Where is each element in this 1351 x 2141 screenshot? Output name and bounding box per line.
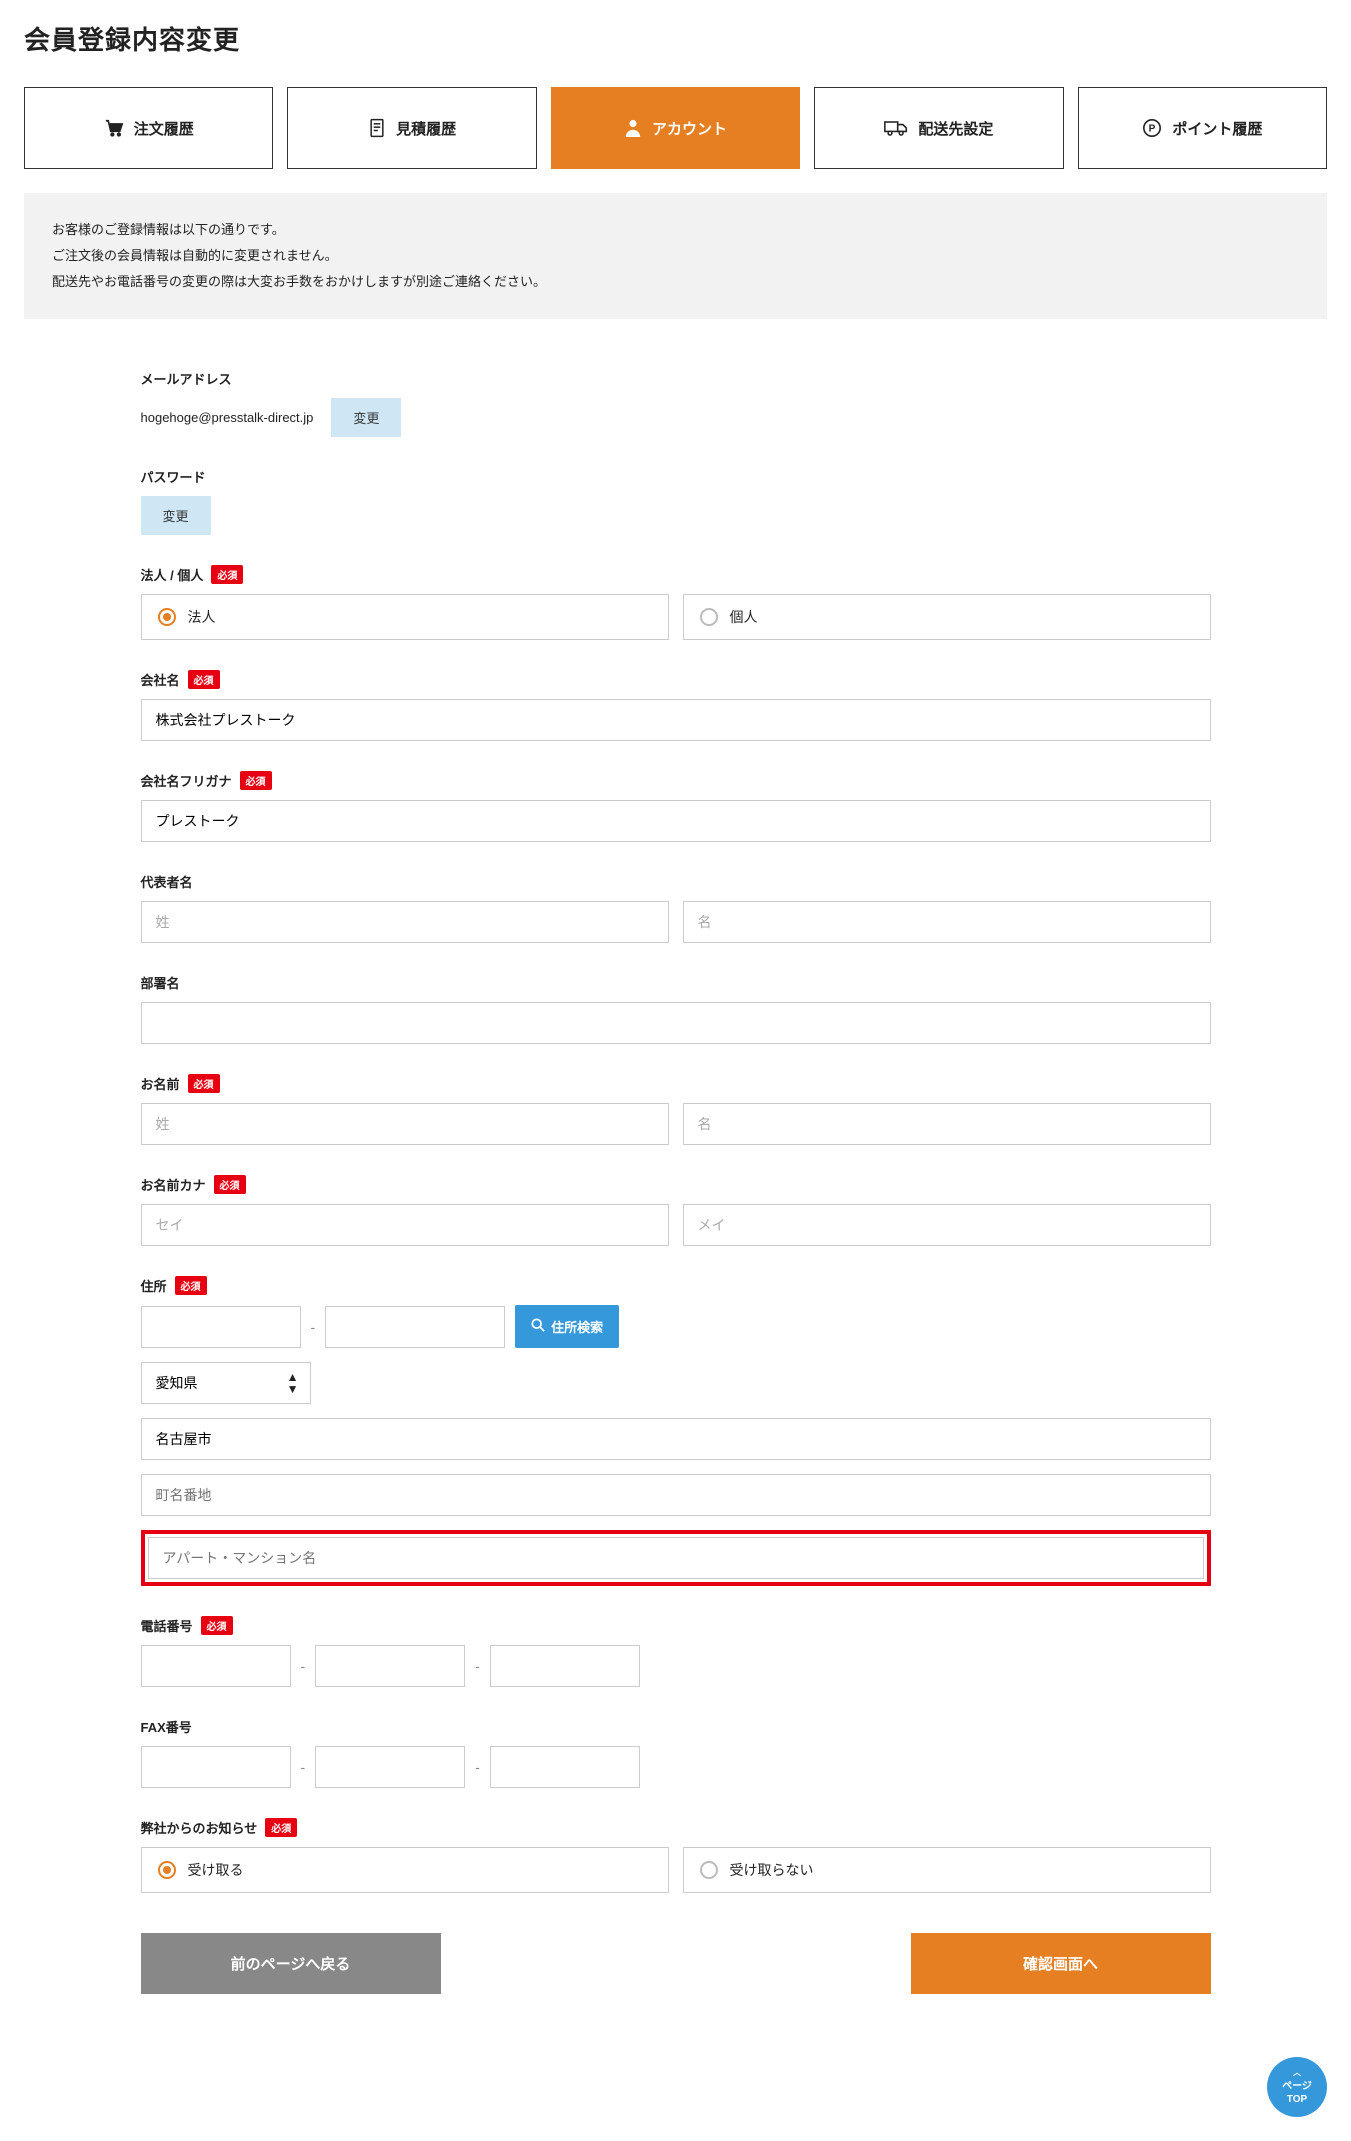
radio-dot-icon (158, 608, 176, 626)
label-fax: FAX番号 (141, 1717, 1211, 1736)
highlight-frame (141, 1530, 1211, 1586)
fax2-input[interactable] (315, 1746, 465, 1788)
radio-label: 個人 (730, 607, 758, 627)
dash-separator: - (311, 1319, 316, 1335)
required-badge: 必須 (265, 1818, 297, 1837)
label-company-name: 会社名 (141, 670, 180, 689)
building-input[interactable] (148, 1537, 1204, 1579)
notice-line: お客様のご登録情報は以下の通りです。 (52, 217, 1299, 243)
label-address: 住所 (141, 1276, 167, 1295)
point-icon: P (1142, 118, 1162, 138)
required-badge: 必須 (214, 1175, 246, 1194)
search-icon (531, 1318, 545, 1335)
radio-corporate[interactable]: 法人 (141, 594, 669, 640)
label-email: メールアドレス (141, 369, 1211, 388)
radio-label: 受け取らない (730, 1860, 814, 1880)
page-top-label1: ページ (1282, 2080, 1312, 2093)
lastname-input[interactable] (141, 1103, 669, 1145)
chevron-up-icon: ︿ (1293, 2068, 1301, 2078)
required-badge: 必須 (240, 771, 272, 790)
firstname-input[interactable] (683, 1103, 1211, 1145)
label-representative: 代表者名 (141, 872, 1211, 891)
label-phone: 電話番号 (141, 1616, 193, 1635)
company-kana-input[interactable] (141, 800, 1211, 842)
phone2-input[interactable] (315, 1645, 465, 1687)
radio-dot-icon (158, 1861, 176, 1879)
tab-points[interactable]: P ポイント履歴 (1078, 87, 1327, 169)
radio-dot-icon (700, 1861, 718, 1879)
radio-label: 受け取る (188, 1860, 244, 1880)
label-name-kana: お名前カナ (141, 1175, 206, 1194)
company-name-input[interactable] (141, 699, 1211, 741)
label-department: 部署名 (141, 973, 1211, 992)
phone3-input[interactable] (490, 1645, 640, 1687)
required-badge: 必須 (211, 565, 243, 584)
radio-label: 法人 (188, 607, 216, 627)
dash-separator: - (301, 1759, 306, 1775)
page-top-button[interactable]: ︿ ページ TOP (1267, 2057, 1327, 2117)
lastname-kana-input[interactable] (141, 1204, 669, 1246)
street-input[interactable] (141, 1474, 1211, 1516)
notice-line: 配送先やお電話番号の変更の際は大変お手数をおかけしますが別途ご連絡ください。 (52, 269, 1299, 295)
change-email-button[interactable]: 変更 (331, 398, 401, 437)
back-button[interactable]: 前のページへ戻る (141, 1933, 441, 1994)
truck-icon (884, 119, 908, 137)
tab-label: アカウント (652, 118, 727, 139)
label-entity-type: 法人 / 個人 (141, 565, 204, 584)
label-password: パスワード (141, 467, 1211, 486)
prefecture-select[interactable]: 愛知県 (141, 1362, 311, 1404)
radio-newsletter-yes[interactable]: 受け取る (141, 1847, 669, 1893)
tab-shipping[interactable]: 配送先設定 (814, 87, 1063, 169)
notice-line: ご注文後の会員情報は自動的に変更されません。 (52, 243, 1299, 269)
postal1-input[interactable] (141, 1306, 301, 1348)
tab-estimate-history[interactable]: 見積履歴 (287, 87, 536, 169)
confirm-button[interactable]: 確認画面へ (911, 1933, 1211, 1994)
dash-separator: - (475, 1658, 480, 1674)
tab-account[interactable]: アカウント (551, 87, 800, 169)
page-top-label2: TOP (1287, 2093, 1307, 2106)
account-tabs: 注文履歴 見積履歴 アカウント 配送先設定 P ポイント履歴 (24, 87, 1327, 169)
fax3-input[interactable] (490, 1746, 640, 1788)
label-company-kana: 会社名フリガナ (141, 771, 232, 790)
label-newsletter: 弊社からのお知らせ (141, 1818, 258, 1837)
document-icon (368, 118, 386, 138)
postal-search-button[interactable]: 住所検索 (515, 1305, 619, 1348)
cart-icon (104, 119, 124, 137)
dash-separator: - (475, 1759, 480, 1775)
rep-firstname-input[interactable] (683, 901, 1211, 943)
firstname-kana-input[interactable] (683, 1204, 1211, 1246)
required-badge: 必須 (188, 1074, 220, 1093)
city-input[interactable] (141, 1418, 1211, 1460)
fax1-input[interactable] (141, 1746, 291, 1788)
required-badge: 必須 (175, 1276, 207, 1295)
tab-label: 見積履歴 (396, 118, 456, 139)
svg-text:P: P (1149, 124, 1156, 135)
department-input[interactable] (141, 1002, 1211, 1044)
notice-box: お客様のご登録情報は以下の通りです。 ご注文後の会員情報は自動的に変更されません… (24, 193, 1327, 319)
email-value: hogehoge@presstalk-direct.jp (141, 410, 314, 425)
tab-label: ポイント履歴 (1172, 118, 1262, 139)
required-badge: 必須 (201, 1616, 233, 1635)
tab-order-history[interactable]: 注文履歴 (24, 87, 273, 169)
postal2-input[interactable] (325, 1306, 505, 1348)
page-title: 会員登録内容変更 (24, 20, 1327, 57)
change-password-button[interactable]: 変更 (141, 496, 211, 535)
radio-dot-icon (700, 608, 718, 626)
dash-separator: - (301, 1658, 306, 1674)
rep-lastname-input[interactable] (141, 901, 669, 943)
tab-label: 注文履歴 (134, 118, 194, 139)
required-badge: 必須 (188, 670, 220, 689)
phone1-input[interactable] (141, 1645, 291, 1687)
label-name: お名前 (141, 1074, 180, 1093)
postal-search-label: 住所検索 (551, 1317, 603, 1336)
person-icon (624, 118, 642, 138)
radio-newsletter-no[interactable]: 受け取らない (683, 1847, 1211, 1893)
radio-individual[interactable]: 個人 (683, 594, 1211, 640)
tab-label: 配送先設定 (918, 118, 993, 139)
